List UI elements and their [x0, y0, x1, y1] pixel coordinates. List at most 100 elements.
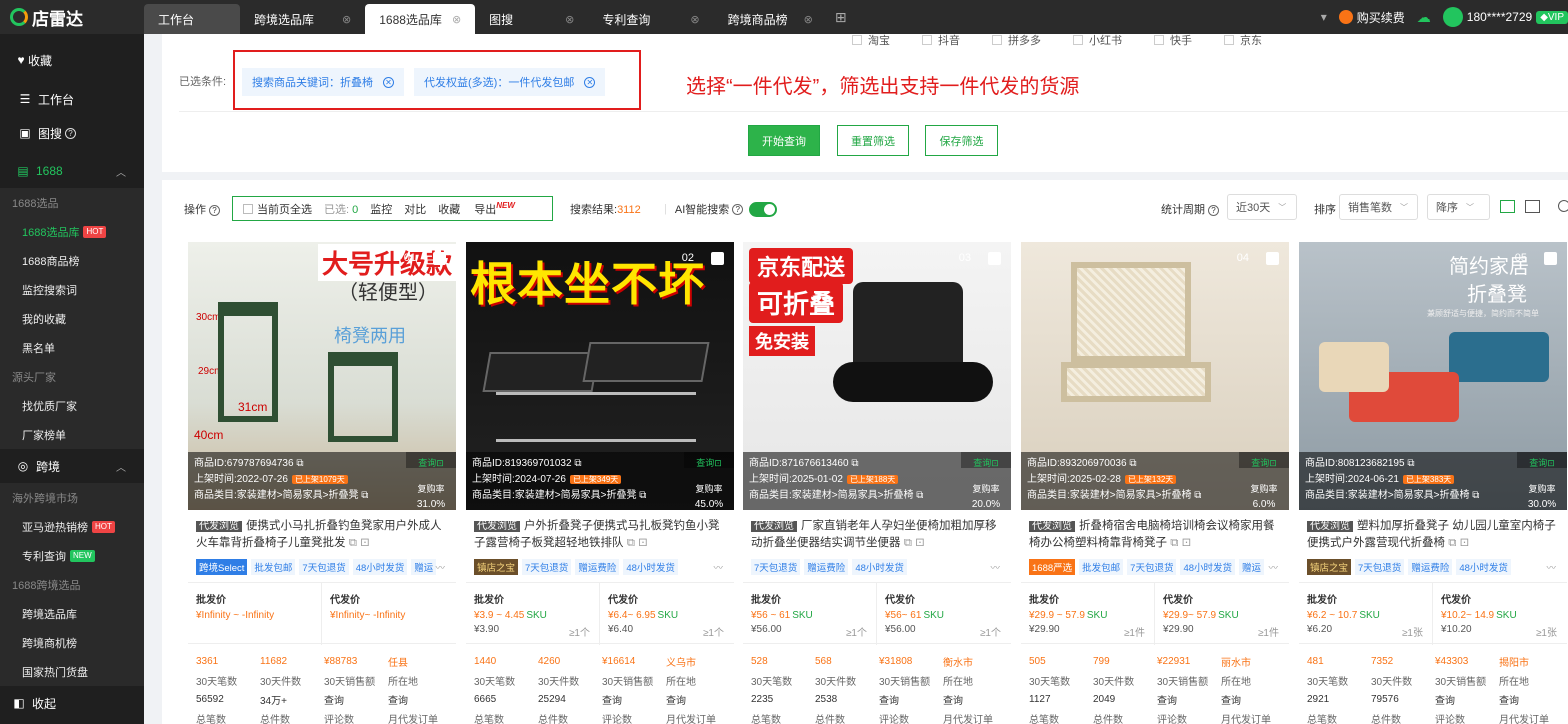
- query-link[interactable]: 查询⊡: [406, 455, 456, 471]
- sidebar-item-amazon-hot[interactable]: 亚马逊热销榜 HOT: [0, 512, 144, 541]
- trend-icon[interactable]: 〰: [710, 559, 726, 575]
- period-select[interactable]: 近30天 ﹀: [1227, 194, 1297, 220]
- query-link[interactable]: 查询⊡: [1517, 455, 1567, 471]
- sidebar-item-1688-ranking[interactable]: 1688商品榜: [0, 246, 144, 275]
- list-view-icon[interactable]: [1525, 200, 1540, 213]
- sidebar-section-cross-border[interactable]: ◎ 跨境 ︿: [0, 449, 144, 483]
- sidebar-item-factory-ranking[interactable]: 厂家榜单: [0, 420, 144, 449]
- close-icon[interactable]: ✕: [584, 76, 596, 88]
- copy-icon[interactable]: ⧉: [627, 537, 635, 549]
- product-image[interactable]: 大号升级款 （轻便型） 椅凳两用 30cm 29cm 31cm 40cm 01 …: [188, 242, 456, 510]
- trend-icon[interactable]: 〰: [987, 559, 1003, 575]
- copy-icon[interactable]: ⧉: [349, 537, 357, 549]
- image-search-icon[interactable]: ⊡: [360, 537, 370, 549]
- product-checkbox[interactable]: [1544, 252, 1557, 265]
- tab-image-search[interactable]: 图搜 ⊗: [475, 4, 588, 34]
- copy-icon[interactable]: ⧉: [361, 490, 368, 501]
- user-account[interactable]: 180****2729 ◆VIP: [1442, 7, 1568, 27]
- platform-checkbox[interactable]: 小红书: [1073, 34, 1122, 48]
- tab-cross-ranking[interactable]: 跨境商品榜 ⊗: [714, 4, 827, 34]
- product-checkbox[interactable]: [988, 252, 1001, 265]
- query-link[interactable]: 查询: [380, 692, 444, 707]
- query-link[interactable]: 查询: [1491, 692, 1555, 707]
- sidebar-item-cross-library[interactable]: 跨境选品库: [0, 599, 144, 628]
- query-link[interactable]: 查询⊡: [1239, 455, 1289, 471]
- sidebar-item-find-factory[interactable]: 找优质厂家: [0, 391, 144, 420]
- copy-icon[interactable]: ⧉: [1407, 458, 1414, 469]
- image-search-icon[interactable]: ⊡: [638, 537, 648, 549]
- image-search-icon[interactable]: ⊡: [1460, 537, 1470, 549]
- product-card[interactable]: 04 商品ID:893206970036 ⧉ 上架时间:2025-02-28 已上…: [1021, 242, 1289, 724]
- product-title[interactable]: 代发浏览 户外折叠凳子便携式马扎板凳钓鱼小凳子露营椅子板凳超轻地铁排队 ⧉ ⊡: [474, 518, 730, 550]
- product-image[interactable]: 04 商品ID:893206970036 ⧉ 上架时间:2025-02-28 已上…: [1021, 242, 1289, 510]
- sidebar-item-1688-library[interactable]: 1688选品库 HOT: [0, 217, 144, 246]
- query-link[interactable]: 查询: [658, 692, 722, 707]
- dropdown-icon[interactable]: ▾: [1321, 10, 1327, 24]
- product-checkbox[interactable]: [1266, 252, 1279, 265]
- close-icon[interactable]: ⊗: [565, 13, 574, 26]
- product-card[interactable]: 简约家居 折叠凳 兼顾舒适与便捷，简约而不简单 05 商品ID:80812368…: [1299, 242, 1567, 724]
- close-icon[interactable]: ⊗: [804, 13, 813, 26]
- copy-icon[interactable]: ⧉: [296, 458, 303, 469]
- product-title[interactable]: 代发浏览 便携式小马扎折叠钓鱼凳家用户外成人火车靠背折叠椅子儿童凳批发 ⧉ ⊡: [196, 518, 452, 550]
- query-link[interactable]: 查询: [871, 692, 935, 707]
- copy-icon[interactable]: ⧉: [1448, 537, 1456, 549]
- start-query-button[interactable]: 开始查询: [748, 125, 820, 156]
- query-link[interactable]: 查询: [1149, 692, 1213, 707]
- sidebar-item-my-favorites[interactable]: 我的收藏: [0, 304, 144, 333]
- ai-toggle-switch[interactable]: [749, 201, 778, 217]
- compare-button[interactable]: 对比: [404, 201, 426, 217]
- sort-order-select[interactable]: 降序 ﹀: [1427, 194, 1490, 220]
- platform-checkbox[interactable]: 快手: [1154, 34, 1192, 48]
- select-all-checkbox[interactable]: 当前页全选: [243, 201, 312, 217]
- copy-icon[interactable]: ⧉: [1129, 458, 1136, 469]
- close-icon[interactable]: ✕: [383, 76, 394, 88]
- sidebar-item-favorites[interactable]: ♥ 收藏: [0, 34, 144, 86]
- copy-icon[interactable]: ⧉: [916, 490, 923, 501]
- sidebar-collapse-button[interactable]: ◧ 收起: [0, 686, 144, 720]
- sidebar-item-workbench[interactable]: ☰ 工作台: [0, 86, 144, 112]
- query-link[interactable]: 查询: [316, 692, 380, 707]
- query-link[interactable]: 查询: [935, 692, 999, 707]
- add-tab-icon[interactable]: ⊞: [835, 9, 847, 26]
- query-link[interactable]: 查询: [1427, 692, 1491, 707]
- copy-icon[interactable]: ⧉: [574, 458, 581, 469]
- close-icon[interactable]: ⊗: [342, 13, 351, 26]
- favorite-button[interactable]: 收藏: [438, 201, 460, 217]
- app-logo[interactable]: 店雷达: [0, 0, 144, 34]
- reset-filter-button[interactable]: 重置筛选: [837, 125, 909, 156]
- sidebar-item-country-hot[interactable]: 国家热门货盘: [0, 657, 144, 686]
- copy-icon[interactable]: ⧉: [851, 458, 858, 469]
- trend-icon[interactable]: 〰: [1543, 559, 1559, 575]
- sidebar-item-cross-opportunity[interactable]: 跨境商机榜: [0, 628, 144, 657]
- buy-renew-button[interactable]: 购买续费: [1338, 9, 1405, 26]
- product-title[interactable]: 代发浏览 塑料加厚折叠凳子 幼儿园儿童室内椅子便携式户外露营现代折叠椅 ⧉ ⊡: [1307, 518, 1563, 550]
- sidebar-item-patent[interactable]: 专利查询 NEW: [0, 541, 144, 570]
- copy-icon[interactable]: ⧉: [904, 537, 912, 549]
- filter-chip-dropship[interactable]: 代发权益(多选)：一件代发包邮 ✕: [414, 68, 606, 96]
- tab-workbench[interactable]: 工作台: [144, 4, 240, 34]
- grid-view-icon[interactable]: [1500, 200, 1515, 213]
- tab-cross-border-library[interactable]: 跨境选品库 ⊗: [240, 4, 365, 34]
- trend-icon[interactable]: 〰: [432, 559, 448, 575]
- copy-icon[interactable]: ⧉: [1194, 490, 1201, 501]
- sort-field-select[interactable]: 销售笔数 ﹀: [1339, 194, 1418, 220]
- save-filter-button[interactable]: 保存筛选: [925, 125, 998, 156]
- product-title[interactable]: 代发浏览 厂家直销老年人孕妇坐便椅加粗加厚移动折叠坐便器结实调节坐便器 ⧉ ⊡: [751, 518, 1007, 550]
- query-link[interactable]: 查询: [1213, 692, 1277, 707]
- copy-icon[interactable]: ⧉: [639, 490, 646, 501]
- export-button[interactable]: 导出NEW: [474, 201, 515, 217]
- query-link[interactable]: 查询⊡: [961, 455, 1011, 471]
- query-link[interactable]: 查询⊡: [684, 455, 734, 471]
- product-image[interactable]: 简约家居 折叠凳 兼顾舒适与便捷，简约而不简单 05 商品ID:80812368…: [1299, 242, 1567, 510]
- product-title[interactable]: 代发浏览 折叠椅宿舍电脑椅培训椅会议椅家用餐椅办公椅塑料椅靠背椅凳子 ⧉ ⊡: [1029, 518, 1285, 550]
- platform-checkbox[interactable]: 抖音: [922, 34, 960, 48]
- tab-patent[interactable]: 专利查询 ⊗: [588, 4, 713, 34]
- platform-checkbox[interactable]: 京东: [1224, 34, 1262, 48]
- filter-chip-keyword[interactable]: 搜索商品关键词：折叠椅 ✕: [242, 68, 404, 96]
- copy-icon[interactable]: ⧉: [1170, 537, 1178, 549]
- tab-1688-library[interactable]: 1688选品库 ⊗: [365, 4, 476, 34]
- sidebar-section-1688[interactable]: ▤ 1688 ︿: [0, 154, 144, 188]
- trend-icon[interactable]: 〰: [1265, 559, 1281, 575]
- product-checkbox[interactable]: [711, 252, 724, 265]
